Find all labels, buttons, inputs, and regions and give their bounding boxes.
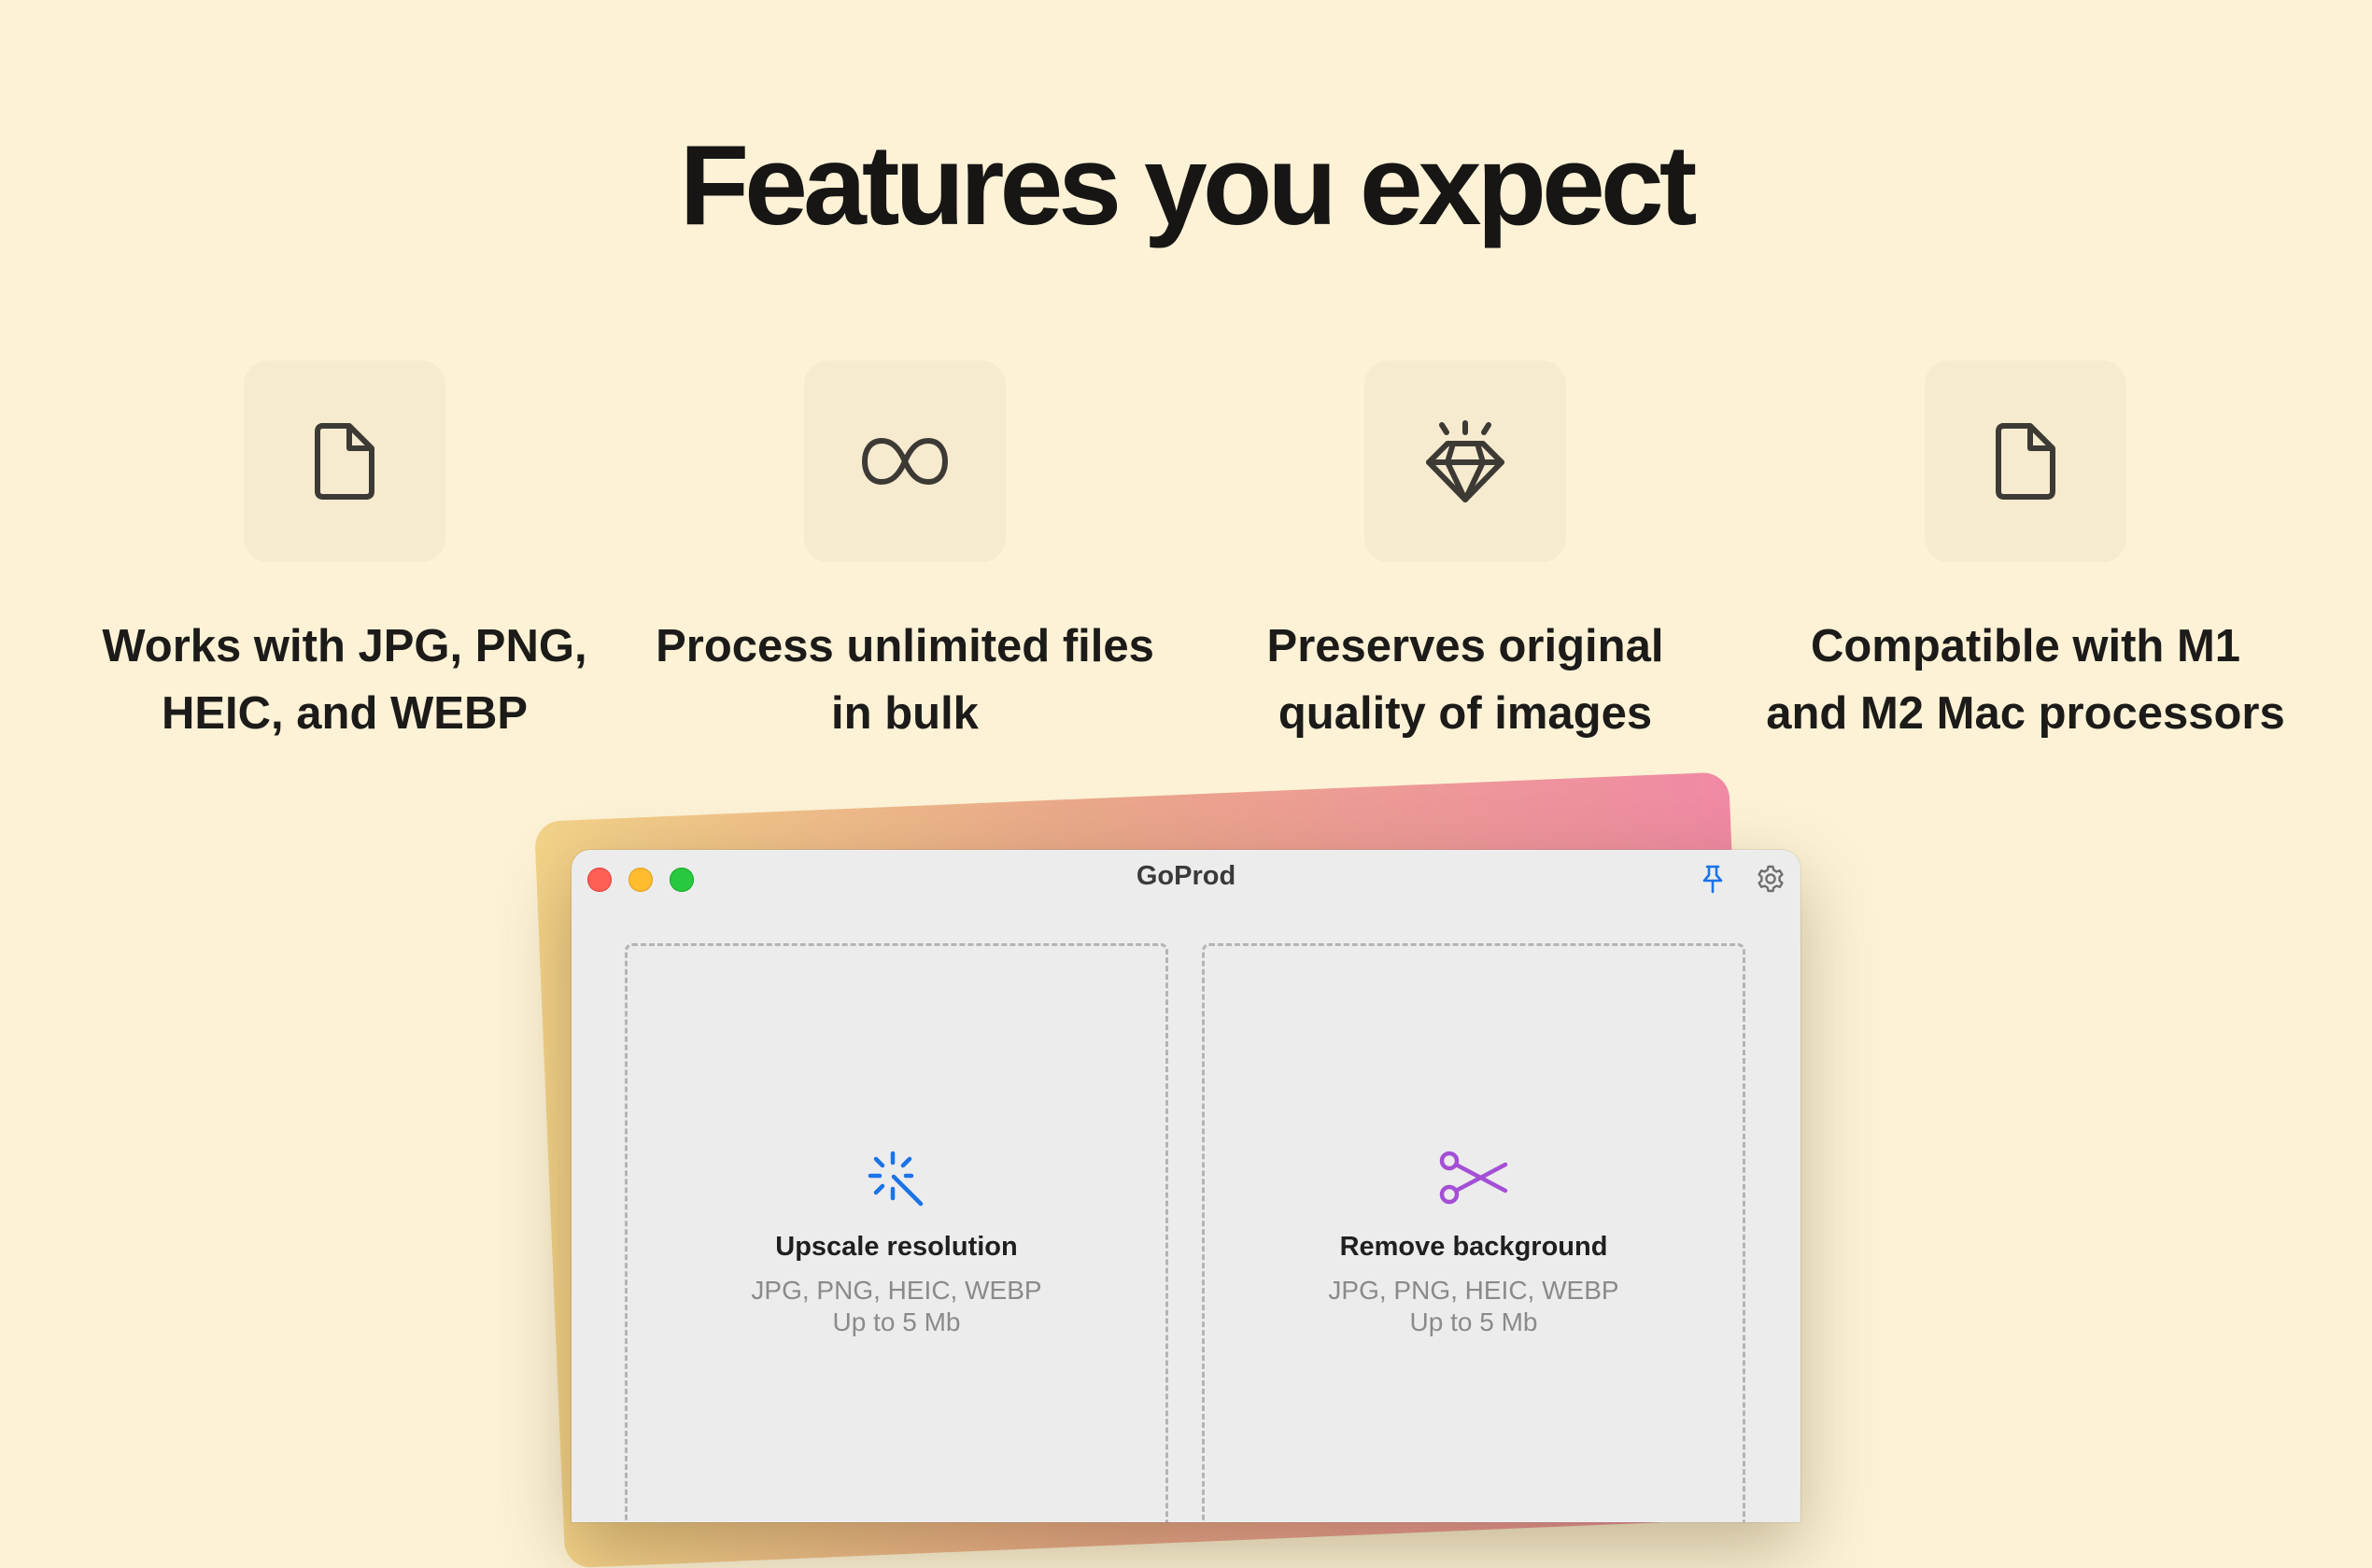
diamond-icon <box>1426 420 1504 502</box>
zone-icon-wrap <box>628 1150 1165 1209</box>
feature-quality: Preserves original quality of images <box>1185 360 1745 747</box>
pin-button[interactable] <box>1695 861 1730 897</box>
zone-title: Upscale resolution <box>775 1232 1018 1262</box>
remove-background-drop-zone[interactable]: Remove background JPG, PNG, HEIC, WEBP U… <box>1202 943 1745 1522</box>
feature-text: Process unlimited files in bulk <box>625 613 1185 747</box>
feature-text: Compatible with M1 and M2 Mac processors <box>1745 613 2306 747</box>
zone-title: Remove background <box>1339 1232 1608 1262</box>
scissors-icon <box>1439 1151 1508 1205</box>
feature-text-line: HEIC, and WEBP <box>161 688 529 739</box>
feature-icon-tile <box>1925 360 2126 562</box>
pin-icon <box>1702 865 1723 894</box>
feature-text-line: quality of images <box>1278 688 1653 739</box>
feature-icon-tile <box>804 360 1006 562</box>
feature-mac-processors: Compatible with M1 and M2 Mac processors <box>1745 360 2306 747</box>
feature-text-line: Process unlimited files <box>656 621 1154 671</box>
window-titlebar: GoProd <box>572 850 1800 908</box>
page-heading: Features you expect <box>679 121 1698 248</box>
settings-button[interactable] <box>1753 861 1788 897</box>
feature-text-line: Works with JPG, PNG, <box>102 621 587 671</box>
document-icon <box>315 423 374 500</box>
feature-text-line: Compatible with M1 <box>1810 621 2241 671</box>
app-window: GoProd Upscale resolution JPG, PNG, HEIC… <box>572 850 1800 1522</box>
feature-text: Works with JPG, PNG, HEIC, and WEBP <box>64 613 625 747</box>
document-icon <box>1996 423 2055 500</box>
upscale-drop-zone[interactable]: Upscale resolution JPG, PNG, HEIC, WEBP … <box>625 943 1168 1522</box>
zone-size-limit: Up to 5 Mb <box>832 1307 961 1336</box>
infinity-icon <box>861 437 949 486</box>
zone-size-limit: Up to 5 Mb <box>1409 1307 1538 1336</box>
feature-text: Preserves original quality of images <box>1185 613 1745 747</box>
zone-icon-wrap <box>1205 1150 1743 1206</box>
feature-file-formats: Works with JPG, PNG, HEIC, and WEBP <box>64 360 625 747</box>
gear-icon <box>1758 865 1784 893</box>
feature-text-line: and M2 Mac processors <box>1766 688 2285 739</box>
feature-unlimited-files: Process unlimited files in bulk <box>625 360 1185 747</box>
zone-formats: JPG, PNG, HEIC, WEBP <box>1328 1276 1619 1305</box>
feature-text-line: Preserves original <box>1266 621 1664 671</box>
magic-wand-icon <box>868 1151 924 1207</box>
feature-icon-tile <box>1364 360 1566 562</box>
zone-formats: JPG, PNG, HEIC, WEBP <box>751 1276 1042 1305</box>
window-title: GoProd <box>1136 861 1236 891</box>
feature-icon-tile <box>244 360 445 562</box>
feature-text-line: in bulk <box>831 688 979 739</box>
